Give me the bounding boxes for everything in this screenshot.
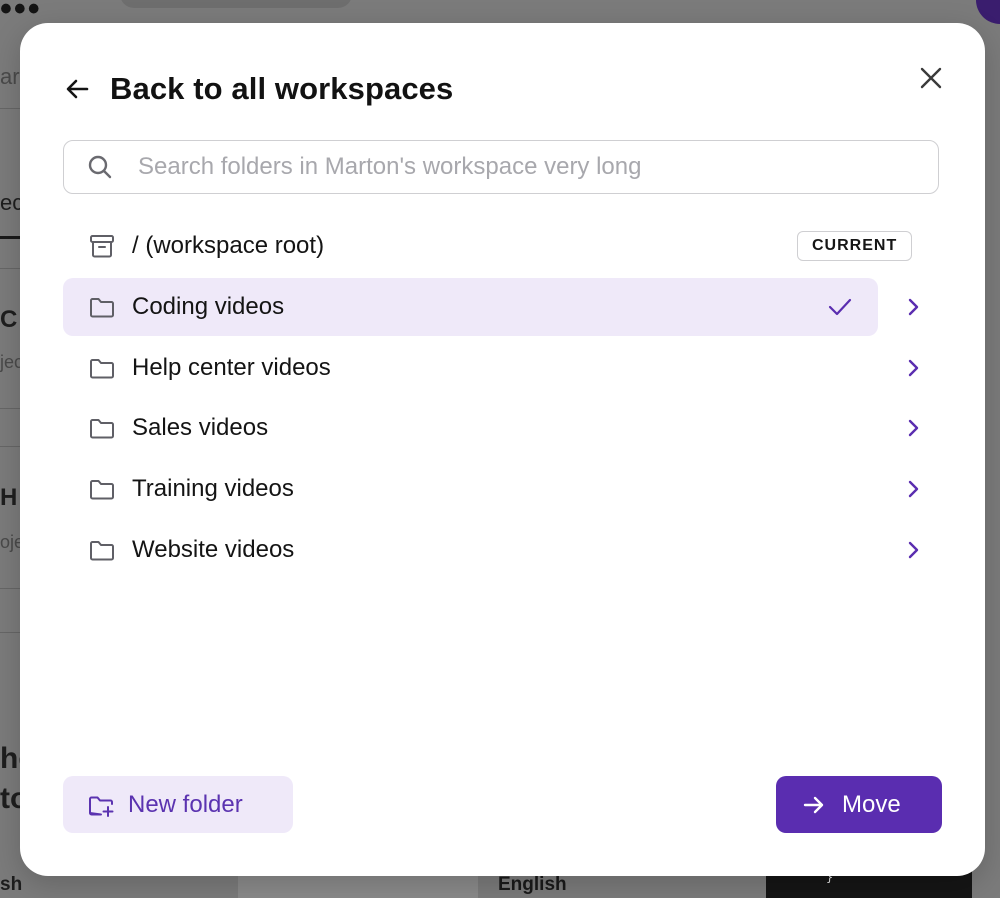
- close-icon[interactable]: [916, 63, 946, 93]
- folder-icon: [90, 358, 114, 379]
- move-to-folder-dialog: Back to all workspaces / (workspace root…: [20, 23, 985, 876]
- background-divider: [0, 588, 20, 589]
- check-icon: [828, 298, 852, 315]
- current-badge: CURRENT: [797, 231, 913, 261]
- chevron-right-icon[interactable]: [901, 356, 925, 380]
- folder-icon: [90, 480, 114, 500]
- background-tab-underline: [0, 236, 20, 239]
- folder-plus-icon: [89, 796, 114, 817]
- folder-search-field[interactable]: [63, 140, 939, 194]
- chevron-right-icon[interactable]: [901, 477, 925, 501]
- background-divider: [0, 108, 20, 109]
- list-item-label: Website videos: [132, 535, 295, 563]
- background-search-pill: [120, 0, 352, 8]
- folder-icon: [90, 419, 114, 439]
- background-text-fragment: ar: [0, 64, 20, 89]
- chevron-right-icon[interactable]: [901, 416, 925, 440]
- background-text-fragment: C: [0, 306, 18, 333]
- folder-icon: [90, 297, 114, 318]
- move-button[interactable]: Move: [776, 776, 942, 833]
- list-item-folder[interactable]: Sales videos: [63, 399, 943, 457]
- search-input[interactable]: [136, 152, 920, 182]
- background-text-fragment: sh: [0, 874, 23, 895]
- background-language-label: English: [498, 874, 567, 895]
- list-item-label: Sales videos: [132, 414, 269, 442]
- chevron-right-icon[interactable]: [901, 538, 925, 562]
- folder-list: / (workspace root) CURRENT Coding videos…: [63, 217, 943, 582]
- arrow-left-icon[interactable]: [64, 75, 92, 103]
- chevron-right-icon[interactable]: [901, 295, 925, 319]
- list-item-label: / (workspace root): [132, 232, 325, 259]
- list-item-folder[interactable]: Help center videos: [63, 339, 943, 397]
- list-item-folder[interactable]: Training videos: [63, 460, 943, 518]
- list-item-workspace-root[interactable]: / (workspace root) CURRENT: [63, 217, 943, 275]
- back-to-workspaces-link[interactable]: Back to all workspaces: [64, 71, 453, 107]
- avatar: [976, 0, 1000, 24]
- background-divider: [0, 408, 20, 409]
- new-folder-button[interactable]: New folder: [63, 776, 293, 833]
- list-item-label: Training videos: [132, 475, 294, 503]
- list-item-folder[interactable]: Website videos: [63, 521, 943, 579]
- list-item-label: Help center videos: [132, 353, 331, 381]
- archive-icon: [90, 235, 114, 258]
- background-text-fragment: H: [0, 484, 18, 511]
- close-button[interactable]: [916, 63, 946, 93]
- move-label: Move: [842, 790, 901, 818]
- arrow-right-icon: [803, 796, 824, 813]
- new-folder-label: New folder: [128, 790, 243, 818]
- folder-icon: [90, 540, 114, 561]
- dialog-title[interactable]: Back to all workspaces: [110, 71, 453, 107]
- background-divider: [0, 268, 20, 269]
- list-item-label: Coding videos: [132, 292, 285, 320]
- search-icon: [88, 155, 112, 179]
- background-divider: [0, 446, 20, 447]
- background-divider: [0, 632, 20, 633]
- list-item-folder[interactable]: Coding videos: [63, 277, 943, 336]
